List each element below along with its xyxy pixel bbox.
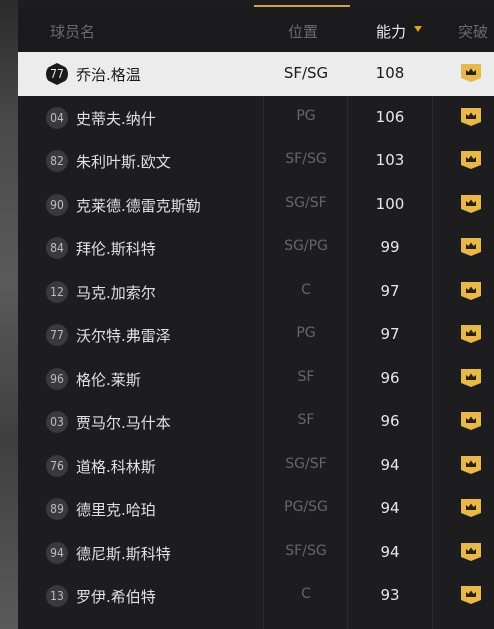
player-position: PG/SG (284, 499, 328, 515)
jersey-number: 77 (46, 63, 68, 85)
crown-badge-icon[interactable] (460, 107, 482, 127)
player-rating: 96 (380, 368, 400, 387)
header-position[interactable]: 位置 (288, 21, 318, 42)
player-position: SG/PG (284, 238, 328, 254)
player-name: 贾马尔.马什本 (76, 414, 171, 432)
player-row[interactable]: 89 德里克.哈珀 PG/SG 94 (18, 487, 494, 531)
player-position: SF (297, 368, 315, 385)
player-position: SF/SG (285, 542, 327, 559)
jersey-number: 77 (46, 324, 68, 346)
player-name: 克莱德.德雷克斯勒 (76, 196, 201, 215)
crown-badge-icon[interactable] (460, 150, 482, 170)
player-rating: 103 (375, 151, 405, 169)
player-row[interactable]: 03 贾马尔.马什本 SF 96 (18, 400, 494, 444)
jersey-number: 96 (46, 367, 68, 390)
player-position: SF/SG (283, 64, 329, 82)
crown-badge-icon[interactable] (460, 194, 482, 214)
player-name: 史蒂夫.纳什 (76, 109, 156, 128)
player-name: 道格.科林斯 (76, 457, 156, 476)
player-rating: 99 (380, 238, 400, 256)
player-name: 格伦.莱斯 (76, 370, 141, 389)
player-row[interactable]: 04 史蒂夫.纳什 PG 106 (18, 96, 494, 140)
jersey-number: 82 (46, 150, 68, 172)
jersey-number: 89 (46, 498, 68, 520)
player-row[interactable]: 12 马克.加索尔 C 97 (18, 270, 494, 314)
crown-badge-icon[interactable] (460, 63, 482, 83)
background-strip (0, 0, 18, 629)
player-name: 拜伦.斯科特 (76, 240, 156, 258)
player-name: 德里克.哈珀 (76, 501, 156, 519)
player-rating: 94 (380, 455, 400, 474)
tab-indicator (254, 5, 350, 7)
player-row[interactable]: 94 德尼斯.斯科特 SF/SG 94 (18, 531, 494, 575)
crown-badge-icon[interactable] (460, 455, 482, 475)
player-rating: 94 (380, 499, 400, 517)
player-position: SF/SG (285, 151, 327, 167)
player-rating: 97 (380, 325, 400, 343)
player-position: PG (296, 107, 316, 124)
player-row[interactable]: 13 罗伊.希伯特 C 93 (18, 574, 494, 618)
crown-badge-icon[interactable] (460, 411, 482, 431)
jersey-number: 03 (46, 411, 68, 433)
jersey-number: 94 (46, 541, 68, 564)
player-name: 朱利叶斯.欧文 (76, 153, 171, 171)
player-rating: 93 (380, 586, 400, 604)
player-row[interactable]: 90 克莱德.德雷克斯勒 SG/SF 100 (18, 183, 494, 227)
player-name: 马克.加索尔 (76, 283, 156, 302)
player-position: C (301, 281, 311, 298)
crown-badge-icon[interactable] (460, 281, 482, 301)
jersey-number: 04 (46, 106, 68, 129)
player-row[interactable]: 82 朱利叶斯.欧文 SF/SG 103 (18, 139, 494, 183)
player-rating: 106 (375, 107, 405, 126)
jersey-number: 12 (46, 280, 68, 303)
header-rating[interactable]: 能力 (376, 21, 406, 42)
player-row[interactable]: 76 道格.科林斯 SG/SF 94 (18, 444, 494, 488)
jersey-number: 84 (46, 237, 68, 259)
header-breakthrough[interactable]: 突破 (458, 21, 488, 42)
player-rating: 94 (380, 542, 400, 561)
player-name: 罗伊.希伯特 (76, 588, 156, 606)
player-position: SF (297, 412, 315, 428)
header-name[interactable]: 球员名 (50, 21, 95, 42)
table-header: 球员名 位置 能力 突破 (18, 8, 494, 52)
jersey-number: 76 (46, 454, 68, 477)
crown-badge-icon[interactable] (460, 585, 482, 605)
player-name: 沃尔特.弗雷泽 (76, 327, 171, 345)
crown-badge-icon[interactable] (460, 237, 482, 257)
player-table: 球员名 位置 能力 突破 77 乔治.格温 SF/SG 108 04 史蒂夫.纳什 PG 10… (18, 0, 494, 629)
player-position: SG/SF (285, 455, 327, 472)
player-name: 德尼斯.斯科特 (76, 544, 171, 563)
jersey-number: 90 (46, 193, 68, 216)
crown-badge-icon[interactable] (460, 368, 482, 388)
player-position: SG/SF (285, 194, 327, 211)
player-rating: 108 (375, 64, 405, 82)
jersey-number: 13 (46, 585, 68, 607)
player-row[interactable]: 77 沃尔特.弗雷泽 PG 97 (18, 313, 494, 357)
player-position: C (301, 586, 311, 602)
crown-badge-icon[interactable] (460, 498, 482, 518)
player-row[interactable]: 77 乔治.格温 SF/SG 108 (18, 52, 494, 96)
player-position: PG (296, 325, 316, 341)
crown-badge-icon[interactable] (460, 324, 482, 344)
player-row[interactable]: 84 拜伦.斯科特 SG/PG 99 (18, 226, 494, 270)
player-rows: 77 乔治.格温 SF/SG 108 04 史蒂夫.纳什 PG 106 82 朱利叶斯.欧文 SF/… (18, 52, 494, 618)
sort-desc-icon[interactable] (414, 26, 422, 32)
player-row[interactable]: 96 格伦.莱斯 SF 96 (18, 357, 494, 401)
player-rating: 96 (380, 412, 400, 430)
crown-badge-icon[interactable] (460, 542, 482, 562)
player-rating: 97 (380, 281, 400, 300)
player-list-screen: 球员名 位置 能力 突破 77 乔治.格温 SF/SG 108 04 史蒂夫.纳什 PG 10… (0, 0, 494, 629)
player-rating: 100 (375, 194, 405, 213)
player-name: 乔治.格温 (76, 66, 141, 84)
